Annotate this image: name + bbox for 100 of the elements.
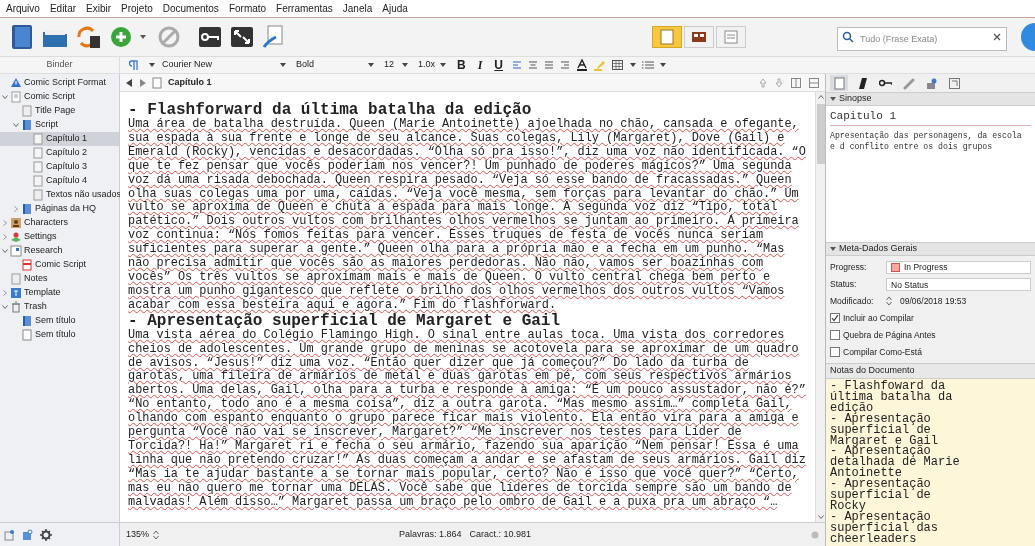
caret-icon xyxy=(440,63,446,67)
format-button[interactable]: B xyxy=(454,56,469,74)
font-dropdown[interactable]: Courier New xyxy=(160,58,288,72)
compile-icon[interactable] xyxy=(262,25,284,49)
binder-item[interactable]: Title Page xyxy=(0,104,119,118)
expanded-chevron-icon[interactable] xyxy=(13,122,19,128)
menu-item[interactable]: Ajuda xyxy=(382,1,408,16)
justify-icon[interactable] xyxy=(544,60,554,70)
split-horizontal-icon[interactable] xyxy=(809,77,819,88)
paragraph-style-icon[interactable] xyxy=(128,60,138,70)
collapsed-chevron-icon[interactable] xyxy=(2,290,8,296)
text-line: mas eu não quero me tornar uma DELAS. Você sabe que líderes de torcida sempre são um bando de xyxy=(128,481,793,496)
caret-icon[interactable] xyxy=(660,63,666,67)
prohibited-icon[interactable] xyxy=(158,26,180,48)
fullscreen-icon[interactable] xyxy=(230,26,254,48)
checkbox[interactable] xyxy=(830,347,840,357)
snapshot-icon[interactable] xyxy=(924,76,938,90)
binder-item[interactable]: Comic Script Format xyxy=(0,76,119,90)
font-weight-dropdown[interactable]: Bold xyxy=(294,58,376,72)
binder-icon[interactable] xyxy=(10,24,34,50)
binder-item[interactable]: Sem título xyxy=(0,314,119,328)
pinned-document-icon[interactable] xyxy=(22,528,34,541)
up-arrow-icon[interactable] xyxy=(759,77,767,88)
dropdown-caret-icon[interactable] xyxy=(140,34,146,40)
binder-item[interactable]: Template xyxy=(0,286,119,300)
collapsed-chevron-icon[interactable] xyxy=(2,234,8,240)
add-icon[interactable] xyxy=(110,26,132,48)
text-color-icon[interactable] xyxy=(576,59,588,71)
menu-item[interactable]: Editar xyxy=(49,1,77,16)
list-icon[interactable] xyxy=(642,60,654,70)
binder-item[interactable]: Script xyxy=(0,118,119,132)
binder-item[interactable]: Characters xyxy=(0,216,119,230)
field-label: Status: xyxy=(830,277,858,291)
menu-item[interactable]: Arquivo xyxy=(6,1,40,16)
zoom-level[interactable]: 135% xyxy=(126,527,150,542)
binder-item[interactable]: Notes xyxy=(0,272,119,286)
align-center-icon[interactable] xyxy=(528,60,538,70)
section-header[interactable]: Sinopse xyxy=(826,92,1035,106)
font-size-dropdown[interactable]: 12 xyxy=(382,58,410,72)
back-arrow-icon[interactable] xyxy=(126,78,133,87)
settings-icon[interactable] xyxy=(40,528,52,541)
notes-tab-icon[interactable] xyxy=(832,76,846,90)
scroll-down-icon[interactable] xyxy=(817,514,824,520)
binder-item[interactable]: Capítulo 4 xyxy=(0,174,119,188)
sync-icon[interactable] xyxy=(76,25,102,49)
checkbox-label: Compilar Como-Está xyxy=(843,345,922,359)
caret-icon[interactable] xyxy=(630,63,636,67)
expanded-chevron-icon[interactable] xyxy=(2,94,8,100)
align-right-icon[interactable] xyxy=(560,60,570,70)
split-vertical-icon[interactable] xyxy=(791,77,801,88)
format-button[interactable]: I xyxy=(474,56,486,74)
text-line: patético.” Dois outros vultos com brilhantes olhos vermelhos se juntam ao primeiro. A primeira xyxy=(128,215,800,229)
text-line: malvadas! Além disso…” Margaret passa um braço pelo ombro de Gail e a puxa pra um abraço “… xyxy=(128,495,779,510)
checkbox[interactable] xyxy=(830,313,840,323)
disclosure-triangle-icon xyxy=(830,96,836,102)
down-arrow-icon[interactable] xyxy=(775,77,783,88)
pin-document-icon[interactable] xyxy=(4,528,16,541)
binder-item[interactable]: Settings xyxy=(0,230,119,244)
scroll-up-icon[interactable] xyxy=(817,94,824,100)
blank-page-icon xyxy=(21,329,33,341)
align-left-icon[interactable] xyxy=(512,60,522,70)
binder-item[interactable]: Páginas da HQ xyxy=(0,202,119,216)
section-header[interactable]: Meta-Dados Gerais xyxy=(826,242,1035,256)
collapsed-chevron-icon[interactable] xyxy=(2,220,8,226)
binder-item[interactable]: Sem título xyxy=(0,328,119,342)
search-field[interactable]: Tudo (Frase Exata) xyxy=(837,27,1007,51)
binder-item[interactable]: Comic Script xyxy=(0,258,119,272)
view-mode-button[interactable] xyxy=(684,26,714,48)
binder-item[interactable]: Capítulo 1 xyxy=(0,132,119,146)
section-heading: - Apresentação superficial de Margaret e Gail xyxy=(128,312,561,329)
text-line: voz dá uma risada debochada. Queen respira pesado. “Veja só esse bando de fracassadas.” Queen xyxy=(128,173,793,188)
line-spacing-dropdown[interactable]: 1.0x xyxy=(416,58,448,72)
collapsed-chevron-icon[interactable] xyxy=(13,206,19,212)
character-count: Caract.: 10.981 xyxy=(469,527,532,541)
scrollbar[interactable] xyxy=(815,92,825,522)
scroll-thumb[interactable] xyxy=(816,104,825,164)
checkbox[interactable] xyxy=(830,330,840,340)
menu-item[interactable]: Projeto xyxy=(121,1,153,16)
format-button[interactable]: U xyxy=(491,56,506,74)
stepper-icon[interactable] xyxy=(153,529,160,540)
binder-item[interactable]: Textos não usados xyxy=(0,188,119,202)
expanded-chevron-icon[interactable] xyxy=(2,248,8,254)
binder-item[interactable]: Research xyxy=(0,244,119,258)
progress-dropdown[interactable]: In Progress xyxy=(886,260,1031,274)
menu-item[interactable]: Ferramentas xyxy=(276,1,333,16)
binder-item[interactable]: Capítulo 2 xyxy=(0,146,119,160)
status-dropdown[interactable]: No Status xyxy=(886,277,1031,291)
forward-arrow-icon[interactable] xyxy=(139,78,146,87)
binder-item[interactable]: Capítulo 3 xyxy=(0,160,119,174)
binder-item[interactable]: Comic Script xyxy=(0,90,119,104)
menu-item[interactable]: Formato xyxy=(228,1,267,16)
menu-item[interactable]: Janela xyxy=(342,1,373,16)
menu-item[interactable]: Documentos xyxy=(162,1,219,16)
binder-item[interactable]: Trash xyxy=(0,300,119,314)
close-icon[interactable] xyxy=(993,33,1001,41)
expanded-chevron-icon[interactable] xyxy=(2,304,8,310)
menu-item[interactable]: Exibir xyxy=(86,1,112,16)
table-icon[interactable] xyxy=(612,60,624,70)
key-icon[interactable] xyxy=(198,26,222,48)
stepper-icon[interactable] xyxy=(886,296,892,306)
